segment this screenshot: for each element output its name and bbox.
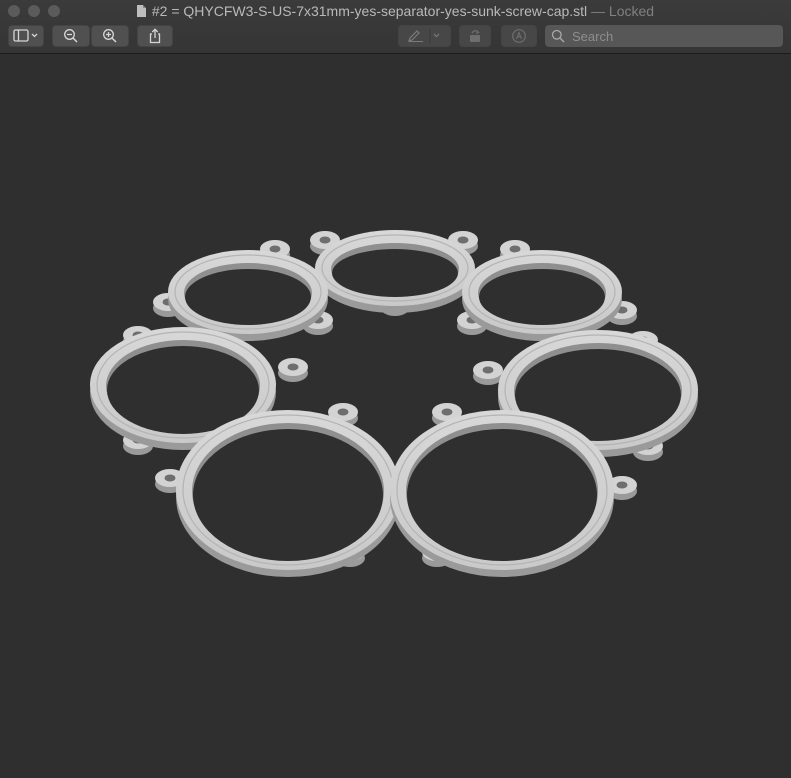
- zoom-in-button[interactable]: [91, 25, 129, 47]
- document-icon: [136, 5, 146, 17]
- search-input[interactable]: [570, 27, 774, 45]
- screw-hole: [287, 363, 299, 371]
- sidebar-toggle-icon: [13, 29, 38, 42]
- screw-hole: [164, 474, 176, 482]
- screw-tab: [473, 361, 503, 385]
- zoom-out-icon: [64, 29, 78, 43]
- search-field[interactable]: [545, 25, 783, 47]
- screw-hole: [319, 236, 331, 244]
- title-bar: #2 = QHYCFW3-S-US-7x31mm-yes-separator-y…: [0, 0, 791, 54]
- search-icon: [551, 29, 565, 43]
- sidebar-toggle-button[interactable]: [8, 25, 44, 47]
- screw-tab: [278, 358, 308, 382]
- window-title-text: #2 = QHYCFW3-S-US-7x31mm-yes-separator-y…: [151, 3, 588, 19]
- screw-hole: [509, 245, 521, 253]
- pen-markup-icon: [408, 29, 440, 43]
- zoom-in-icon: [103, 29, 117, 43]
- markup-button[interactable]: [398, 25, 451, 47]
- locked-status: — Locked: [591, 3, 655, 19]
- screw-hole: [441, 408, 453, 416]
- window-title: #2 = QHYCFW3-S-US-7x31mm-yes-separator-y…: [0, 3, 791, 19]
- screw-hole: [482, 366, 494, 374]
- filter-ring-1: [310, 230, 478, 316]
- zoom-out-button[interactable]: [52, 25, 90, 47]
- quicklook-window: #2 = QHYCFW3-S-US-7x31mm-yes-separator-y…: [0, 0, 791, 773]
- model-viewport[interactable]: [0, 55, 791, 773]
- stl-model-render[interactable]: [0, 55, 791, 773]
- annotate-icon: [512, 29, 526, 43]
- screw-hole: [337, 408, 349, 416]
- rotate-button[interactable]: [459, 25, 491, 47]
- screw-hole: [457, 236, 469, 244]
- share-button[interactable]: [137, 25, 173, 47]
- annotate-button[interactable]: [501, 25, 537, 47]
- share-icon: [149, 28, 161, 44]
- filter-ring-2: [153, 240, 333, 341]
- screw-hole: [616, 481, 628, 489]
- filter-ring-3: [457, 240, 637, 341]
- rotate-icon: [470, 30, 480, 42]
- screw-hole: [269, 245, 281, 253]
